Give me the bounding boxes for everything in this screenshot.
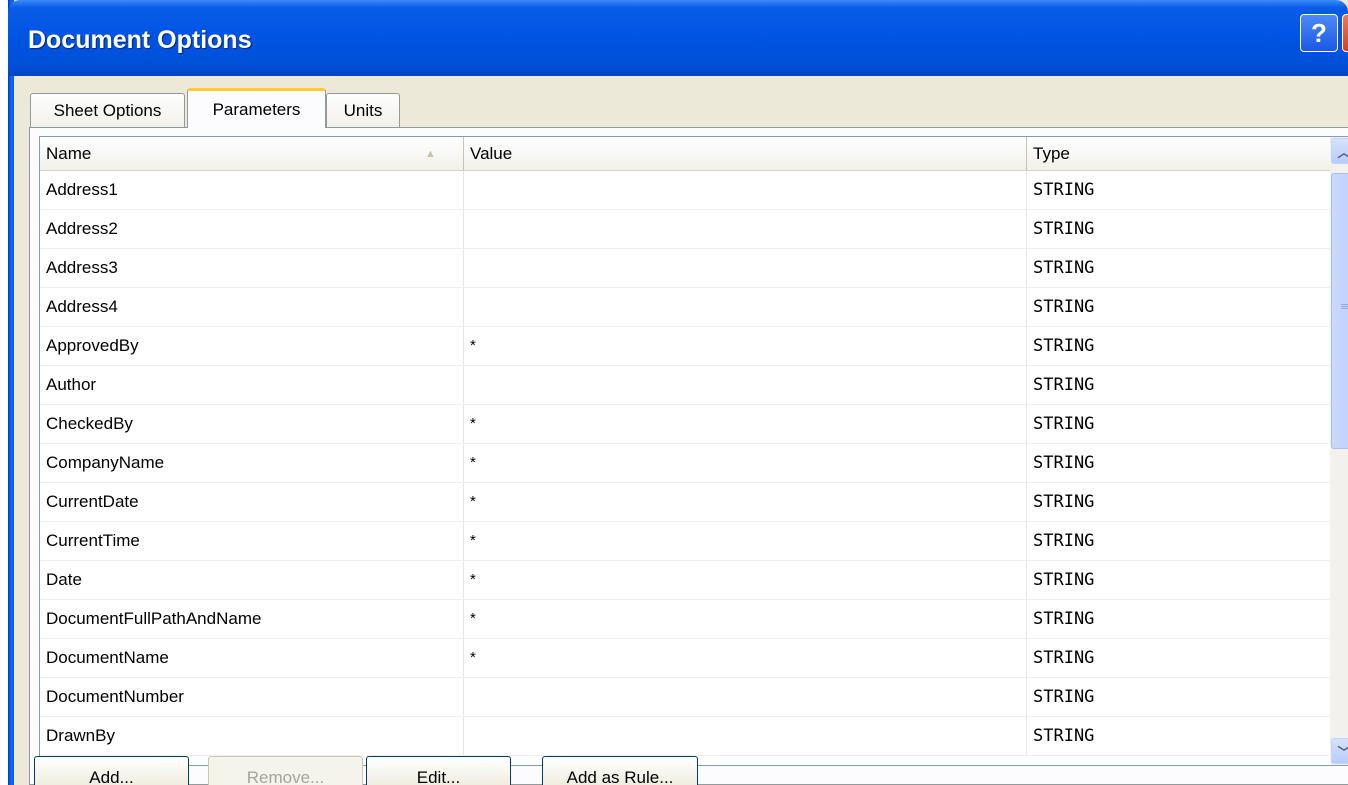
tab-parameters[interactable]: Parameters <box>187 88 326 128</box>
table-body: Address1 STRING Address2 STRING Address3 STRI… <box>40 171 1330 756</box>
table-row[interactable]: DocumentName * STRING <box>40 639 1330 678</box>
cell-type: STRING <box>1033 609 1095 629</box>
scrollbar-thumb[interactable]: ≡ <box>1331 173 1348 449</box>
sort-ascending-icon: ▲ <box>425 148 436 160</box>
parameters-panel: Name ▲ Value Type Address1 STRING Address2… <box>29 127 1348 785</box>
cell-name: Date <box>40 561 464 599</box>
cell-name: Address2 <box>40 210 464 248</box>
cell-type: STRING <box>1033 180 1095 200</box>
cell-value <box>464 210 1027 248</box>
cell-value <box>464 249 1027 287</box>
help-button[interactable]: ? <box>1300 14 1338 52</box>
cell-name: DocumentNumber <box>40 678 464 716</box>
table-row[interactable]: CurrentTime * STRING <box>40 522 1330 561</box>
cell-name: Address3 <box>40 249 464 287</box>
cell-type: STRING <box>1033 570 1095 590</box>
window-title: Document Options <box>28 26 252 54</box>
cell-type: STRING <box>1033 453 1095 473</box>
cell-type: STRING <box>1033 492 1095 512</box>
cell-value: * <box>464 600 1027 638</box>
cell-name: Address1 <box>40 171 464 209</box>
table-row[interactable]: Author STRING <box>40 366 1330 405</box>
cell-value <box>464 171 1027 209</box>
cell-value: * <box>464 522 1027 560</box>
grip-icon: ≡ <box>1340 301 1348 312</box>
add-button[interactable]: Add... <box>34 756 189 785</box>
table-row[interactable]: Address4 STRING <box>40 288 1330 327</box>
cell-value: * <box>464 483 1027 521</box>
cell-name: DocumentFullPathAndName <box>40 600 464 638</box>
edit-button[interactable]: Edit... <box>366 756 511 785</box>
cell-value <box>464 717 1027 755</box>
remove-button[interactable]: Remove... <box>208 756 363 785</box>
table-header: Name ▲ Value Type <box>40 137 1330 171</box>
cell-name: DrawnBy <box>40 717 464 755</box>
cell-value <box>464 366 1027 404</box>
scroll-up-button[interactable]: ︿ <box>1331 138 1348 164</box>
cell-name: DocumentName <box>40 639 464 677</box>
cell-type: STRING <box>1033 648 1095 668</box>
tab-sheet-options[interactable]: Sheet Options <box>30 93 185 127</box>
cell-name: Author <box>40 366 464 404</box>
cell-type: STRING <box>1033 687 1095 707</box>
parameters-table[interactable]: Name ▲ Value Type Address1 STRING Address2… <box>39 136 1348 766</box>
cell-name: Address4 <box>40 288 464 326</box>
cell-value: * <box>464 327 1027 365</box>
column-header-type[interactable]: Type <box>1027 137 1330 170</box>
table-row[interactable]: Address3 STRING <box>40 249 1330 288</box>
cell-type: STRING <box>1033 726 1095 746</box>
table-row[interactable]: CompanyName * STRING <box>40 444 1330 483</box>
table-row[interactable]: Address2 STRING <box>40 210 1330 249</box>
chevron-down-icon: ﹀ <box>1337 742 1348 761</box>
title-bar[interactable]: Document Options ? ✕ <box>8 0 1348 76</box>
table-row[interactable]: DocumentNumber STRING <box>40 678 1330 717</box>
table-row[interactable]: Date * STRING <box>40 561 1330 600</box>
cell-name: CompanyName <box>40 444 464 482</box>
tab-units[interactable]: Units <box>326 93 400 127</box>
cell-value: * <box>464 639 1027 677</box>
cell-type: STRING <box>1033 336 1095 356</box>
cell-name: ApprovedBy <box>40 327 464 365</box>
table-row[interactable]: Address1 STRING <box>40 171 1330 210</box>
chevron-up-icon: ︿ <box>1337 142 1348 161</box>
cell-name: CurrentTime <box>40 522 464 560</box>
document-options-window: Document Options ? ✕ Sheet Options Param… <box>0 0 1348 785</box>
table-row[interactable]: DrawnBy STRING <box>40 717 1330 756</box>
cell-value: * <box>464 444 1027 482</box>
column-header-value[interactable]: Value <box>464 137 1027 170</box>
cell-type: STRING <box>1033 297 1095 317</box>
table-row[interactable]: CheckedBy * STRING <box>40 405 1330 444</box>
scroll-down-button[interactable]: ﹀ <box>1331 738 1348 764</box>
cell-name: CurrentDate <box>40 483 464 521</box>
cell-name: CheckedBy <box>40 405 464 443</box>
column-header-name[interactable]: Name ▲ <box>40 137 464 170</box>
vertical-scrollbar[interactable]: ︿ ≡ ﹀ <box>1330 137 1348 765</box>
help-icon: ? <box>1311 17 1327 48</box>
table-row[interactable]: DocumentFullPathAndName * STRING <box>40 600 1330 639</box>
dialog-client-area: Sheet Options Parameters Units Name ▲ Va… <box>14 76 1348 785</box>
cell-value <box>464 288 1027 326</box>
cell-value: * <box>464 561 1027 599</box>
cell-type: STRING <box>1033 219 1095 239</box>
cell-type: STRING <box>1033 414 1095 434</box>
table-row[interactable]: CurrentDate * STRING <box>40 483 1330 522</box>
add-as-rule-button[interactable]: Add as Rule... <box>542 756 698 785</box>
cell-value: * <box>464 405 1027 443</box>
close-button[interactable]: ✕ <box>1342 14 1348 52</box>
cell-type: STRING <box>1033 531 1095 551</box>
cell-type: STRING <box>1033 375 1095 395</box>
table-row[interactable]: ApprovedBy * STRING <box>40 327 1330 366</box>
cell-value <box>464 678 1027 716</box>
cell-type: STRING <box>1033 258 1095 278</box>
